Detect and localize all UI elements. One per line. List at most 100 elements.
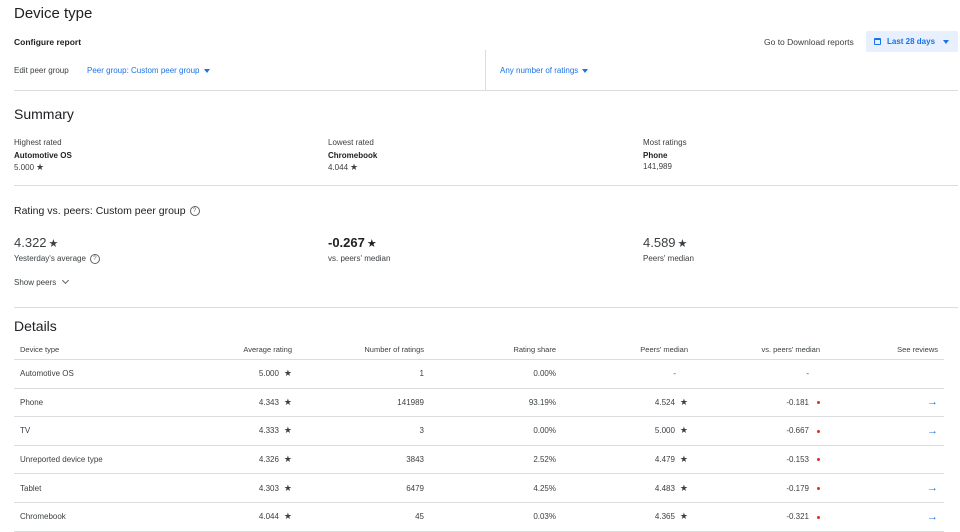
average-rating-cell: 4.333 ★ — [206, 416, 298, 446]
vs-peers-median-cell: - — [694, 359, 826, 389]
divider — [14, 307, 958, 308]
vs-peers-median-value: -0.321 — [786, 512, 809, 522]
chevron-down-icon — [62, 276, 70, 285]
summary-card-most: Most ratings Phone 141,989 — [643, 138, 687, 171]
star-icon: ★ — [679, 425, 688, 436]
summary-card-label: Most ratings — [643, 138, 687, 147]
average-rating-value: 4.303 — [258, 483, 279, 493]
caret-down-icon — [203, 68, 210, 73]
peers-median-value: - — [673, 369, 676, 379]
yesterday-average-metric: 4.322 ★ Yesterday's average? — [14, 234, 100, 264]
summary-card-highest: Highest rated Automotive OS 5.000 ★ — [14, 138, 72, 173]
peers-median-cell: 4.483 ★ — [562, 473, 694, 503]
below-median-dot-icon — [817, 515, 820, 519]
show-peers-label: Show peers — [14, 278, 57, 287]
average-rating-cell: 4.044 ★ — [206, 502, 298, 532]
peers-median-cell: - — [562, 359, 694, 389]
show-peers-toggle[interactable]: Show peers — [14, 276, 70, 287]
arrow-right-icon[interactable]: → — [927, 396, 938, 408]
help-icon[interactable]: ? — [189, 206, 200, 217]
configure-report-title: Configure report — [14, 37, 82, 47]
vs-peers-median-value: -0.153 — [786, 455, 809, 465]
rating-share-cell: 93.19% — [430, 388, 562, 418]
date-range-label: Last 28 days — [887, 37, 936, 46]
device-type-cell: Tablet — [14, 473, 206, 503]
rating-share-cell: 0.03% — [430, 502, 562, 532]
peers-median-metric: 4.589 ★ Peers' median — [643, 234, 694, 263]
below-median-dot-icon — [817, 458, 820, 462]
arrow-right-icon[interactable]: → — [927, 511, 938, 523]
below-median-dot-icon — [817, 401, 820, 405]
number-of-ratings-cell: 6479 — [298, 473, 430, 503]
star-icon: ★ — [679, 511, 688, 522]
table-row: Unreported device type 4.326 ★ 3843 2.52% 4.4… — [14, 445, 944, 475]
vs-peers-median-value: -0.181 — [786, 397, 809, 407]
rating-share-cell: 0.00% — [430, 416, 562, 446]
star-icon: ★ — [283, 454, 292, 465]
divider — [14, 90, 958, 91]
caret-down-icon — [943, 39, 950, 44]
peers-median-value: 4.589 — [643, 235, 676, 250]
summary-card-name: Phone — [643, 151, 668, 160]
average-rating-cell: 4.326 ★ — [206, 445, 298, 475]
peers-median-value: 4.524 — [654, 397, 675, 407]
yesterday-average-label: Yesterday's average — [14, 254, 86, 264]
average-rating-cell: 4.343 ★ — [206, 388, 298, 418]
calendar-icon — [874, 38, 881, 45]
star-icon: ★ — [366, 238, 377, 250]
column-header[interactable]: See reviews — [826, 339, 944, 360]
column-header[interactable]: Device type — [14, 339, 206, 360]
rating-share-cell: 2.52% — [430, 445, 562, 475]
star-icon: ★ — [283, 368, 292, 379]
peers-median-value: 4.479 — [654, 455, 675, 465]
column-header[interactable]: Number of ratings — [298, 339, 430, 360]
rating-share-cell: 0.00% — [430, 359, 562, 389]
peers-median-value: 5.000 — [654, 426, 675, 436]
average-rating-value: 4.333 — [258, 426, 279, 436]
peer-group-select-label: Peer group: Custom peer group — [87, 66, 200, 75]
vs-peers-median-value: - — [806, 369, 809, 379]
arrow-right-icon[interactable]: → — [927, 482, 938, 494]
star-icon: ★ — [36, 162, 45, 172]
download-reports-link[interactable]: Go to Download reports — [764, 37, 854, 47]
summary-card-label: Highest rated — [14, 138, 62, 147]
yesterday-average-value: 4.322 — [14, 235, 47, 250]
peer-group-select[interactable]: Peer group: Custom peer group — [87, 66, 210, 75]
edit-peer-group-label: Edit peer group — [14, 66, 69, 75]
star-icon: ★ — [679, 396, 688, 407]
table-row: Automotive OS 5.000 ★ 1 0.00% - - — [14, 359, 944, 389]
table-row: Phone 4.343 ★ 141989 93.19% 4.524 ★ -0.181 → — [14, 388, 944, 418]
average-rating-cell: 4.303 ★ — [206, 473, 298, 503]
arrow-right-icon[interactable]: → — [927, 425, 938, 437]
help-icon[interactable]: ? — [89, 254, 100, 264]
see-reviews-cell: → — [826, 416, 944, 446]
date-range-button[interactable]: Last 28 days — [866, 31, 958, 52]
ratings-filter-select[interactable]: Any number of ratings — [500, 66, 589, 75]
divider — [14, 185, 958, 186]
number-of-ratings-cell: 141989 — [298, 388, 430, 418]
caret-down-icon — [582, 68, 589, 73]
column-header[interactable]: Average rating — [206, 339, 298, 360]
vs-peers-median-value: -0.667 — [786, 426, 809, 436]
table-row: Chromebook 4.044 ★ 45 0.03% 4.365 ★ -0.321 → — [14, 502, 944, 532]
details-title: Details — [14, 318, 57, 334]
see-reviews-cell — [826, 445, 944, 475]
star-icon: ★ — [283, 425, 292, 436]
see-reviews-cell — [826, 359, 944, 389]
ratings-filter-label: Any number of ratings — [500, 66, 579, 75]
star-icon: ★ — [283, 511, 292, 522]
device-type-cell: Unreported device type — [14, 445, 206, 475]
summary-card-name: Chromebook — [328, 151, 378, 160]
device-type-cell: Automotive OS — [14, 359, 206, 389]
average-rating-value: 5.000 — [258, 369, 279, 379]
rating-vs-peers-title-text: Rating vs. peers: Custom peer group — [14, 205, 186, 217]
column-header[interactable]: Rating share — [430, 339, 562, 360]
summary-card-name: Automotive OS — [14, 151, 72, 160]
filter-divider — [485, 50, 486, 90]
see-reviews-cell: → — [826, 388, 944, 418]
column-header[interactable]: vs. peers' median — [694, 339, 826, 360]
peers-median-cell: 4.479 ★ — [562, 445, 694, 475]
summary-card-label: Lowest rated — [328, 138, 374, 147]
star-icon: ★ — [283, 482, 292, 493]
column-header[interactable]: Peers' median — [562, 339, 694, 360]
